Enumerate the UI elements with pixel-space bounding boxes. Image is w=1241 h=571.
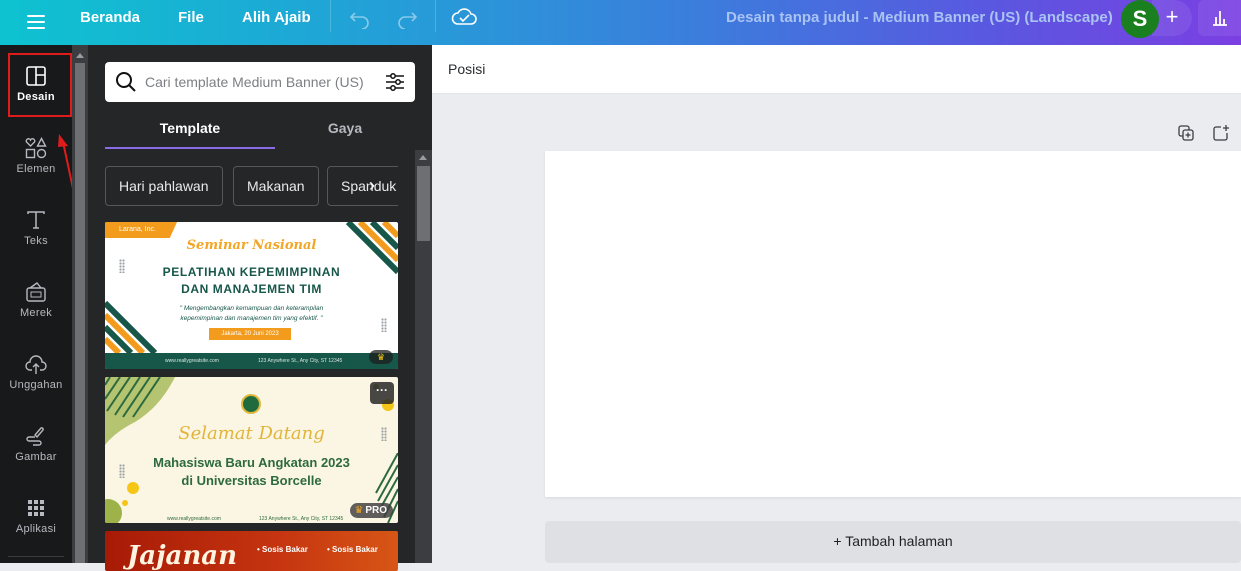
chip-makanan[interactable]: Makanan xyxy=(233,166,319,206)
crown-icon: ♛ xyxy=(354,505,364,516)
sidebar-scrollbar[interactable] xyxy=(72,45,88,563)
document-title[interactable]: Desain tanpa judul - Medium Banner (US) … xyxy=(726,9,1113,26)
panel-scrollbar[interactable] xyxy=(415,150,432,563)
template-card[interactable]: Jajanan • Sosis Bakar • Sosis Bakar xyxy=(105,531,398,571)
template-address: 123 Anywhere St., Any City, ST 12345 xyxy=(258,358,343,364)
template-script-title: Seminar Nasional xyxy=(186,238,317,253)
insights-button[interactable] xyxy=(1198,0,1241,36)
scrollbar-thumb[interactable] xyxy=(75,63,85,563)
sidebar-item-label: Aplikasi xyxy=(15,523,57,535)
upload-icon xyxy=(25,355,47,374)
side-nav: Desain Elemen Teks Merek Unggahan Gambar… xyxy=(0,45,72,563)
sidebar-item-draw[interactable]: Gambar xyxy=(0,413,72,479)
scroll-up-arrow[interactable] xyxy=(76,53,84,58)
drag-grip xyxy=(119,464,125,478)
template-card[interactable]: Selamat Datang Mahasiswa Baru Angkatan 2… xyxy=(105,377,398,523)
sidebar-item-label: Merek xyxy=(19,307,53,319)
template-search[interactable] xyxy=(105,62,415,102)
pro-label: PRO xyxy=(365,505,387,516)
avatar[interactable]: S xyxy=(1121,0,1159,38)
divider xyxy=(330,0,331,32)
filter-icon[interactable] xyxy=(385,72,405,92)
template-website: www.reallygreatsite.com xyxy=(167,516,221,522)
template-heading: PELATIHAN KEPEMIMPINAN xyxy=(162,265,341,279)
scrollbar-thumb[interactable] xyxy=(417,166,430,241)
template-quote: kepemimpinan dan manajemen tim yang efek… xyxy=(180,315,323,322)
add-page-button[interactable]: + Tambah halaman xyxy=(545,521,1241,563)
menu-icon[interactable] xyxy=(27,11,45,33)
chip-hari-pahlawan[interactable]: Hari pahlawan xyxy=(105,166,223,206)
shapes-icon xyxy=(25,137,47,159)
template-panel: Template Gaya Hari pahlawan Makanan Span… xyxy=(88,45,432,571)
apps-icon xyxy=(28,500,44,516)
chevron-right-icon[interactable]: › xyxy=(369,175,381,197)
scroll-up-arrow[interactable] xyxy=(419,155,427,160)
layout-icon xyxy=(26,66,46,86)
template-heading: Mahasiswa Baru Angkatan 2023 xyxy=(153,455,350,470)
template-date: Jakarta, 20 Juni 2023 xyxy=(209,328,291,340)
text-icon xyxy=(27,211,45,229)
template-heading: di Universitas Borcelle xyxy=(181,473,322,488)
nav-home[interactable]: Beranda xyxy=(80,9,140,27)
panel-tabs: Template Gaya xyxy=(105,107,415,149)
more-options-button[interactable]: ··· xyxy=(370,382,394,404)
position-button[interactable]: Posisi xyxy=(448,61,485,77)
category-chips: Hari pahlawan Makanan Spanduk xyxy=(105,166,398,206)
sidebar-item-label: Teks xyxy=(24,235,48,247)
drag-grip xyxy=(119,259,125,273)
tab-template[interactable]: Template xyxy=(105,107,275,149)
premium-crown-badge: ♛ xyxy=(369,350,393,364)
template-quote: " Mengembangkan kemampuan dan keterampil… xyxy=(179,305,324,312)
sidebar-item-elements[interactable]: Elemen xyxy=(0,125,72,191)
draw-icon xyxy=(26,427,44,446)
undo-icon[interactable] xyxy=(348,9,372,29)
sidebar-item-label: Unggahan xyxy=(9,379,63,391)
editor-toolbar: Posisi xyxy=(432,45,1241,94)
design-page[interactable] xyxy=(545,151,1241,497)
pro-badge: ♛ PRO xyxy=(350,503,393,518)
sidebar-item-design[interactable]: Desain xyxy=(0,53,72,119)
divider xyxy=(435,0,436,32)
template-script-title: Selamat Datang xyxy=(178,423,325,444)
duplicate-page-icon[interactable] xyxy=(1177,124,1195,142)
sidebar-item-brand[interactable]: Merek xyxy=(0,269,72,335)
sidebar-item-label: Desain xyxy=(17,91,55,103)
sidebar-item-label: Elemen xyxy=(16,163,56,175)
sidebar-item-text[interactable]: Teks xyxy=(0,197,72,263)
sidebar-item-apps[interactable]: Aplikasi xyxy=(0,485,72,551)
search-icon xyxy=(116,72,136,92)
nav-file[interactable]: File xyxy=(178,9,204,27)
template-footer: www.reallygreatsite.com 123 Anywhere St.… xyxy=(105,353,398,369)
sidebar-item-label: Gambar xyxy=(15,451,57,463)
template-company: Larana, Inc. xyxy=(105,222,177,238)
sidebar-item-uploads[interactable]: Unggahan xyxy=(0,341,72,407)
top-bar: Beranda File Alih Ajaib Desain tanpa jud… xyxy=(0,0,1241,45)
nav-magic-switch[interactable]: Alih Ajaib xyxy=(242,9,311,27)
search-input[interactable] xyxy=(145,62,377,102)
template-script-title: Jajanan xyxy=(127,541,238,571)
insights-icon xyxy=(1213,11,1227,26)
template-menu-item: • Sosis Bakar xyxy=(327,545,378,554)
redo-icon[interactable] xyxy=(395,9,419,29)
drag-grip xyxy=(381,318,387,332)
template-website: www.reallygreatsite.com xyxy=(165,358,219,364)
tab-style[interactable]: Gaya xyxy=(275,107,415,149)
template-heading: DAN MANAJEMEN TIM xyxy=(181,282,322,296)
add-page-icon[interactable] xyxy=(1212,124,1230,142)
cloud-saved-icon[interactable] xyxy=(451,6,477,28)
template-address: 123 Anywhere St., Any City, ST 12345 xyxy=(259,516,344,522)
template-menu-item: • Sosis Bakar xyxy=(257,545,308,554)
chip-spanduk[interactable]: Spanduk xyxy=(327,166,398,206)
brand-icon xyxy=(26,282,46,302)
drag-grip xyxy=(381,427,387,441)
active-tab-indicator xyxy=(105,147,275,149)
template-card[interactable]: Larana, Inc. Seminar Nasional PELATIHAN … xyxy=(105,222,398,369)
divider xyxy=(8,556,64,557)
university-emblem xyxy=(241,394,261,414)
